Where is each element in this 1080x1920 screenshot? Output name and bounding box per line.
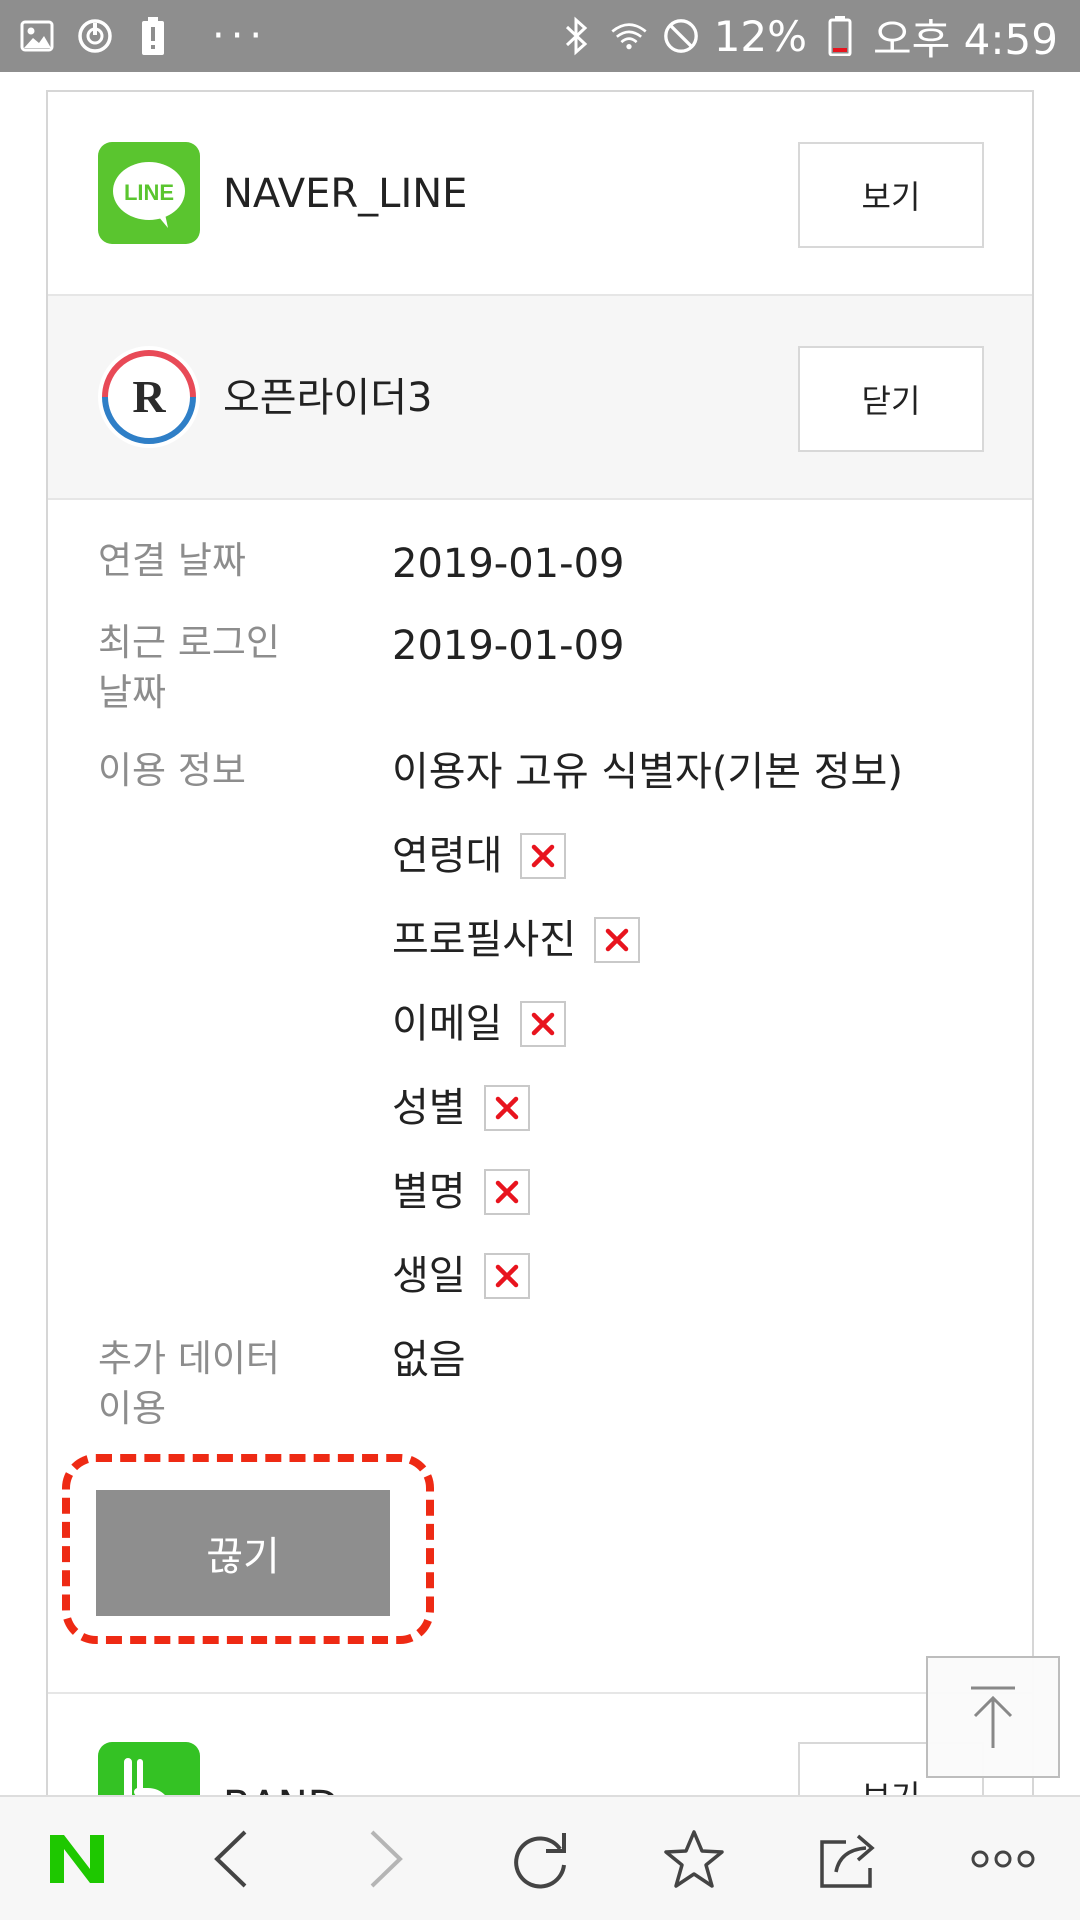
openrider-icon: R [98,346,200,448]
battery-icon [821,16,859,56]
line-icon: LINE [98,142,200,244]
x-icon [520,1001,567,1047]
band-icon [98,1742,200,1795]
permission-item: 프로필사진 [392,914,640,966]
connect-date-label: 연결 날짜 [98,539,246,582]
x-icon [483,1169,530,1215]
app-name: NAVER_LINE [223,171,468,217]
naver-home-icon[interactable] [17,1809,137,1909]
permission-label: 프로필사진 [392,917,576,963]
page-content: LINE NAVER_LINE 보기 R 오픈라이더3 닫기 연결 날짜 201… [0,72,1080,1795]
x-icon [483,1085,530,1131]
more-dots-icon: ··· [212,13,269,59]
image-icon [18,17,56,55]
connected-apps-card: LINE NAVER_LINE 보기 R 오픈라이더3 닫기 연결 날짜 201… [46,90,1034,1795]
permission-label: 연령대 [392,833,503,879]
extra-data-label-line2: 이용 [98,1387,167,1430]
svg-text:R: R [132,371,166,422]
browser-toolbar [0,1795,1080,1920]
app-row-naver-line: LINE NAVER_LINE 보기 [48,92,1032,296]
x-icon [483,1253,530,1299]
app-row-openrider3: R 오픈라이더3 닫기 [48,296,1032,500]
more-icon[interactable] [943,1809,1063,1909]
usage-main: 이용자 고유 식별자(기본 정보) [392,749,903,795]
forward-icon[interactable] [326,1809,446,1909]
disconnect-button[interactable]: 끊기 [96,1490,390,1616]
recent-login-value: 2019-01-09 [392,623,625,669]
wifi-icon [610,17,648,55]
battery-percent: 12% [713,11,808,61]
permission-label: 생일 [392,1253,466,1299]
view-button[interactable]: 보기 [798,142,984,248]
permission-item: 생일 [392,1250,530,1302]
battery-alert-icon [134,17,172,55]
close-button[interactable]: 닫기 [798,346,984,452]
permission-item: 이메일 [392,998,567,1050]
back-icon[interactable] [171,1809,291,1909]
permission-item: 연령대 [392,830,567,882]
permission-item: 별명 [392,1166,530,1218]
extra-data-label-line1: 추가 데이터 [98,1337,280,1380]
scroll-to-top-button[interactable] [926,1656,1060,1778]
permission-label: 별명 [392,1169,466,1215]
do-not-disturb-icon [662,17,700,55]
recent-login-label-line2: 날짜 [98,671,167,714]
connect-date-value: 2019-01-09 [392,541,625,587]
x-icon [520,833,567,879]
bookmark-star-icon[interactable] [634,1809,754,1909]
x-icon [594,917,640,963]
recent-login-label-line1: 최근 로그인 [98,621,280,664]
status-bar: ··· 12% 오후 4:59 [0,0,1080,72]
app-name: BAND [223,1780,339,1795]
permission-label: 이메일 [392,1001,503,1047]
extra-data-value: 없음 [392,1337,466,1383]
app-row-band: BAND 보기 [48,1692,1032,1795]
permission-item: 성별 [392,1082,530,1134]
bluetooth-icon [558,16,596,56]
sync-icon [76,17,114,55]
svg-text:LINE: LINE [124,180,174,205]
app-name: 오픈라이더3 [223,375,433,421]
permission-label: 성별 [392,1085,466,1131]
usage-label: 이용 정보 [98,749,246,792]
share-icon[interactable] [789,1809,909,1909]
refresh-icon[interactable] [480,1809,600,1909]
clock: 오후 4:59 [873,14,1058,64]
